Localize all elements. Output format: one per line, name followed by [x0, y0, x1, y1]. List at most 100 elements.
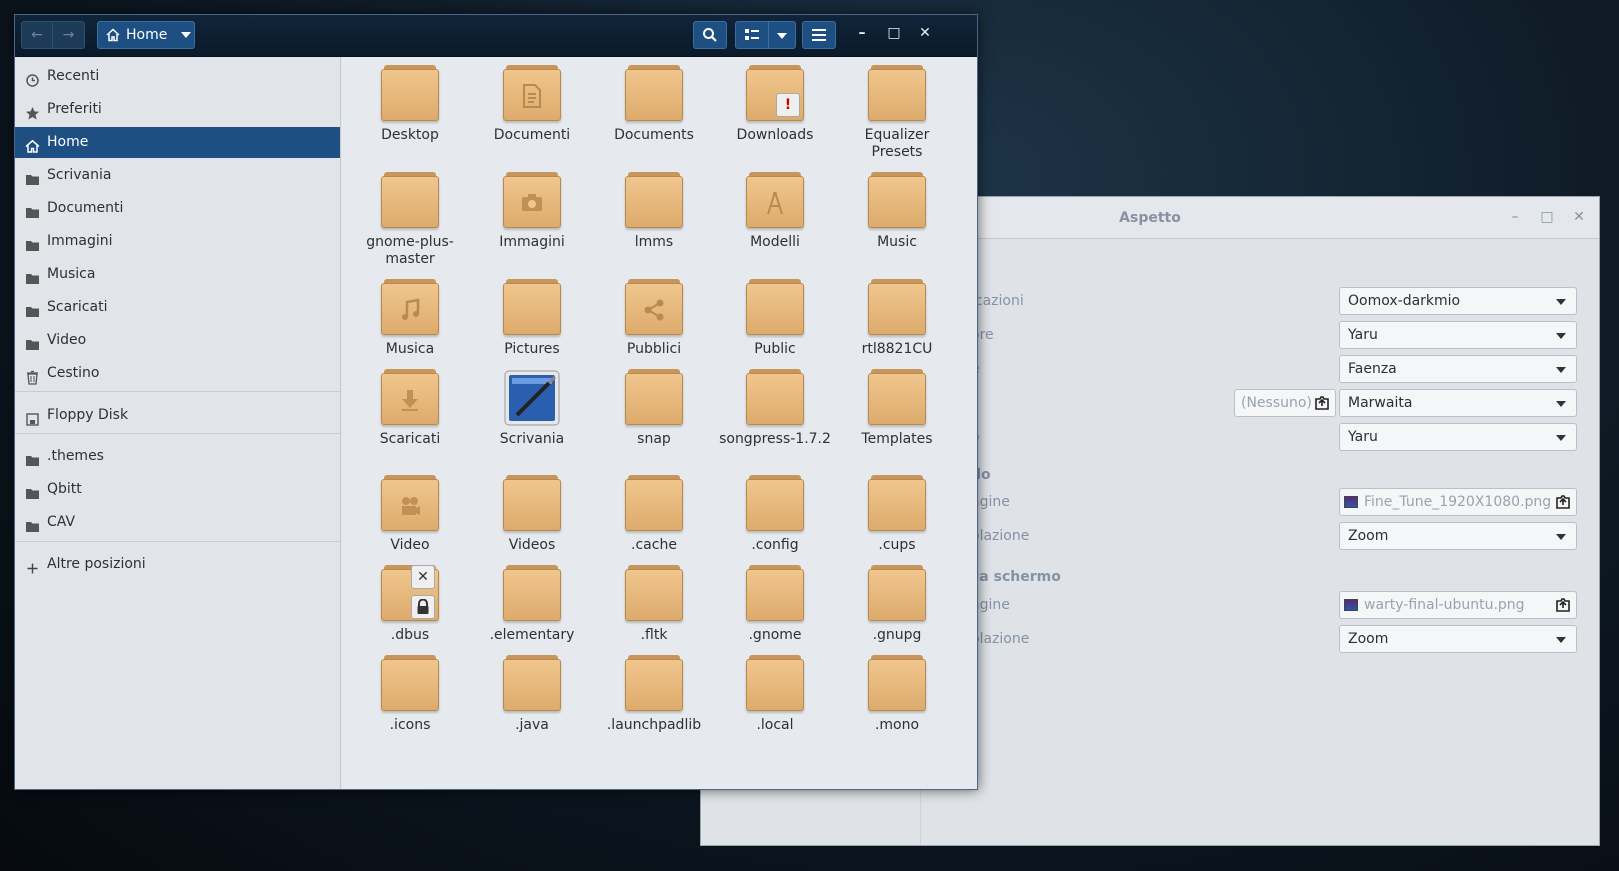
folder-item-musica[interactable]: Musica	[350, 279, 470, 358]
theme-sound-combo[interactable]: Yaru	[1339, 423, 1577, 451]
path-bar-home-button[interactable]: Home	[97, 21, 195, 49]
background-adjust-combo[interactable]: Zoom	[1339, 522, 1577, 550]
theme-cursor-combo[interactable]: Yaru	[1339, 321, 1577, 349]
unreadable-emblem-icon: ✕	[411, 565, 435, 589]
folder-item-lmms[interactable]: lmms	[594, 172, 714, 251]
sidebar-item-scrivania[interactable]: Scrivania	[15, 160, 340, 191]
minimize-icon[interactable]: –	[1505, 207, 1525, 227]
folder-item-pubblici[interactable]: Pubblici	[594, 279, 714, 358]
lockscreen-image-button[interactable]: warty-final-ubuntu.png	[1339, 591, 1577, 619]
folder-item-mono[interactable]: .mono	[837, 655, 957, 734]
background-image-button[interactable]: Fine_Tune_1920X1080.png	[1339, 488, 1577, 516]
folder-label: .dbus	[390, 627, 430, 643]
sidebar-item-floppy-disk[interactable]: Floppy Disk	[15, 400, 340, 431]
folder-label: songpress-1.7.2	[719, 431, 831, 447]
sidebar-item-recenti[interactable]: Recenti	[15, 61, 340, 92]
shell-theme-none: (Nessuno)	[1241, 395, 1312, 411]
lockscreen-adjust-combo[interactable]: Zoom	[1339, 625, 1577, 653]
folder-item-music[interactable]: Music	[837, 172, 957, 251]
sidebar-item-immagini[interactable]: Immagini	[15, 226, 340, 257]
folder-item-modelli[interactable]: Modelli	[715, 172, 835, 251]
menu-button[interactable]	[802, 21, 836, 49]
folder-item-rtl8821cu[interactable]: rtl8821CU	[837, 279, 957, 358]
folder-item-scaricati[interactable]: Scaricati	[350, 369, 470, 448]
folder-item-videos[interactable]: Videos	[472, 475, 592, 554]
close-icon[interactable]: ✕	[1569, 207, 1589, 227]
sidebar-item-themes[interactable]: .themes	[15, 441, 340, 472]
folder-item-gnome[interactable]: .gnome	[715, 565, 835, 644]
theme-apps-combo[interactable]: Oomox-darkmio	[1339, 287, 1577, 315]
folder-item-templates[interactable]: Templates	[837, 369, 957, 448]
folder-item-gnome-plus-master[interactable]: gnome-plus-master	[350, 172, 470, 268]
sidebar-item-qbitt[interactable]: Qbitt	[15, 474, 340, 505]
folder-item-icons[interactable]: .icons	[350, 655, 470, 734]
folder-item-scrivania[interactable]: Scrivania	[472, 369, 592, 448]
folder-item-cups[interactable]: .cups	[837, 475, 957, 554]
folder-item-gnupg[interactable]: .gnupg	[837, 565, 957, 644]
sidebar-item-cav[interactable]: CAV	[15, 507, 340, 538]
folder-icon	[25, 234, 40, 251]
view-options-button[interactable]	[768, 21, 796, 49]
folder-icon	[868, 475, 926, 531]
folder-item-public[interactable]: Public	[715, 279, 835, 358]
folder-item-video[interactable]: Video	[350, 475, 470, 554]
folder-item-local[interactable]: .local	[715, 655, 835, 734]
folder-icon	[381, 475, 439, 531]
folder-item-java[interactable]: .java	[472, 655, 592, 734]
lock-emblem-icon	[411, 595, 435, 619]
sidebar-item-preferiti[interactable]: Preferiti	[15, 94, 340, 125]
sidebar-separator	[15, 541, 340, 542]
sidebar-item-musica[interactable]: Musica	[15, 259, 340, 290]
folder-icon	[868, 565, 926, 621]
maximize-icon[interactable]: □	[885, 25, 903, 41]
lockscreen-adjust-label: olazione	[971, 631, 1030, 647]
back-button[interactable]: ←	[21, 21, 53, 49]
folder-item-documents[interactable]: Documents	[594, 65, 714, 144]
folder-icon	[625, 565, 683, 621]
folder-item-fltk[interactable]: .fltk	[594, 565, 714, 644]
folder-item-immagini[interactable]: Immagini	[472, 172, 592, 251]
sidebar-item-label: Home	[47, 134, 89, 150]
sidebar-item-altre-posizioni[interactable]: Altre posizioni	[15, 549, 340, 580]
sidebar-item-video[interactable]: Video	[15, 325, 340, 356]
sidebar-item-label: Altre posizioni	[47, 556, 146, 572]
search-button[interactable]	[693, 21, 727, 49]
view-mode-button[interactable]	[735, 21, 769, 49]
sidebar-item-scaricati[interactable]: Scaricati	[15, 292, 340, 323]
folder-item-snap[interactable]: snap	[594, 369, 714, 448]
folder-item-cache[interactable]: .cache	[594, 475, 714, 554]
folder-label: Documents	[614, 127, 694, 143]
sidebar-item-cestino[interactable]: Cestino	[15, 358, 340, 389]
folder-label: Music	[877, 234, 917, 250]
folder-label: rtl8821CU	[861, 341, 933, 357]
background-adjust-value: Zoom	[1348, 528, 1389, 544]
chevron-down-icon	[181, 32, 192, 38]
sidebar-separator	[15, 433, 340, 434]
shell-theme-file-button[interactable]: (Nessuno)	[1234, 389, 1336, 417]
close-icon[interactable]: ✕	[916, 25, 934, 41]
folder-item-songpress-1-7-2[interactable]: songpress-1.7.2	[715, 369, 835, 448]
folder-item-equalizer-presets[interactable]: Equalizer Presets	[837, 65, 957, 161]
folder-icon	[746, 279, 804, 335]
folder-item-elementary[interactable]: .elementary	[472, 565, 592, 644]
folder-icon	[868, 369, 926, 425]
folder-item-desktop[interactable]: Desktop	[350, 65, 470, 144]
maximize-icon[interactable]: □	[1537, 207, 1557, 227]
lockscreen-image-value: warty-final-ubuntu.png	[1364, 597, 1525, 613]
forward-button[interactable]: →	[53, 21, 85, 49]
theme-shell-combo[interactable]: Marwaita	[1339, 389, 1577, 417]
theme-icons-combo[interactable]: Faenza	[1339, 355, 1577, 383]
sidebar-item-documenti[interactable]: Documenti	[15, 193, 340, 224]
clock-icon	[25, 69, 40, 87]
folder-item-pictures[interactable]: Pictures	[472, 279, 592, 358]
folder-item-dbus[interactable]: ✕ .dbus	[350, 565, 470, 644]
folder-item-config[interactable]: .config	[715, 475, 835, 554]
sidebar-item-home[interactable]: Home	[15, 127, 340, 158]
folder-label: .cups	[878, 537, 916, 553]
folder-item-documenti[interactable]: Documenti	[472, 65, 592, 144]
folder-label: Downloads	[736, 127, 814, 143]
search-icon	[703, 28, 717, 42]
folder-item-downloads[interactable]: ! Downloads	[715, 65, 835, 144]
folder-item-launchpadlib[interactable]: .launchpadlib	[594, 655, 714, 734]
minimize-icon[interactable]: –	[853, 25, 871, 41]
